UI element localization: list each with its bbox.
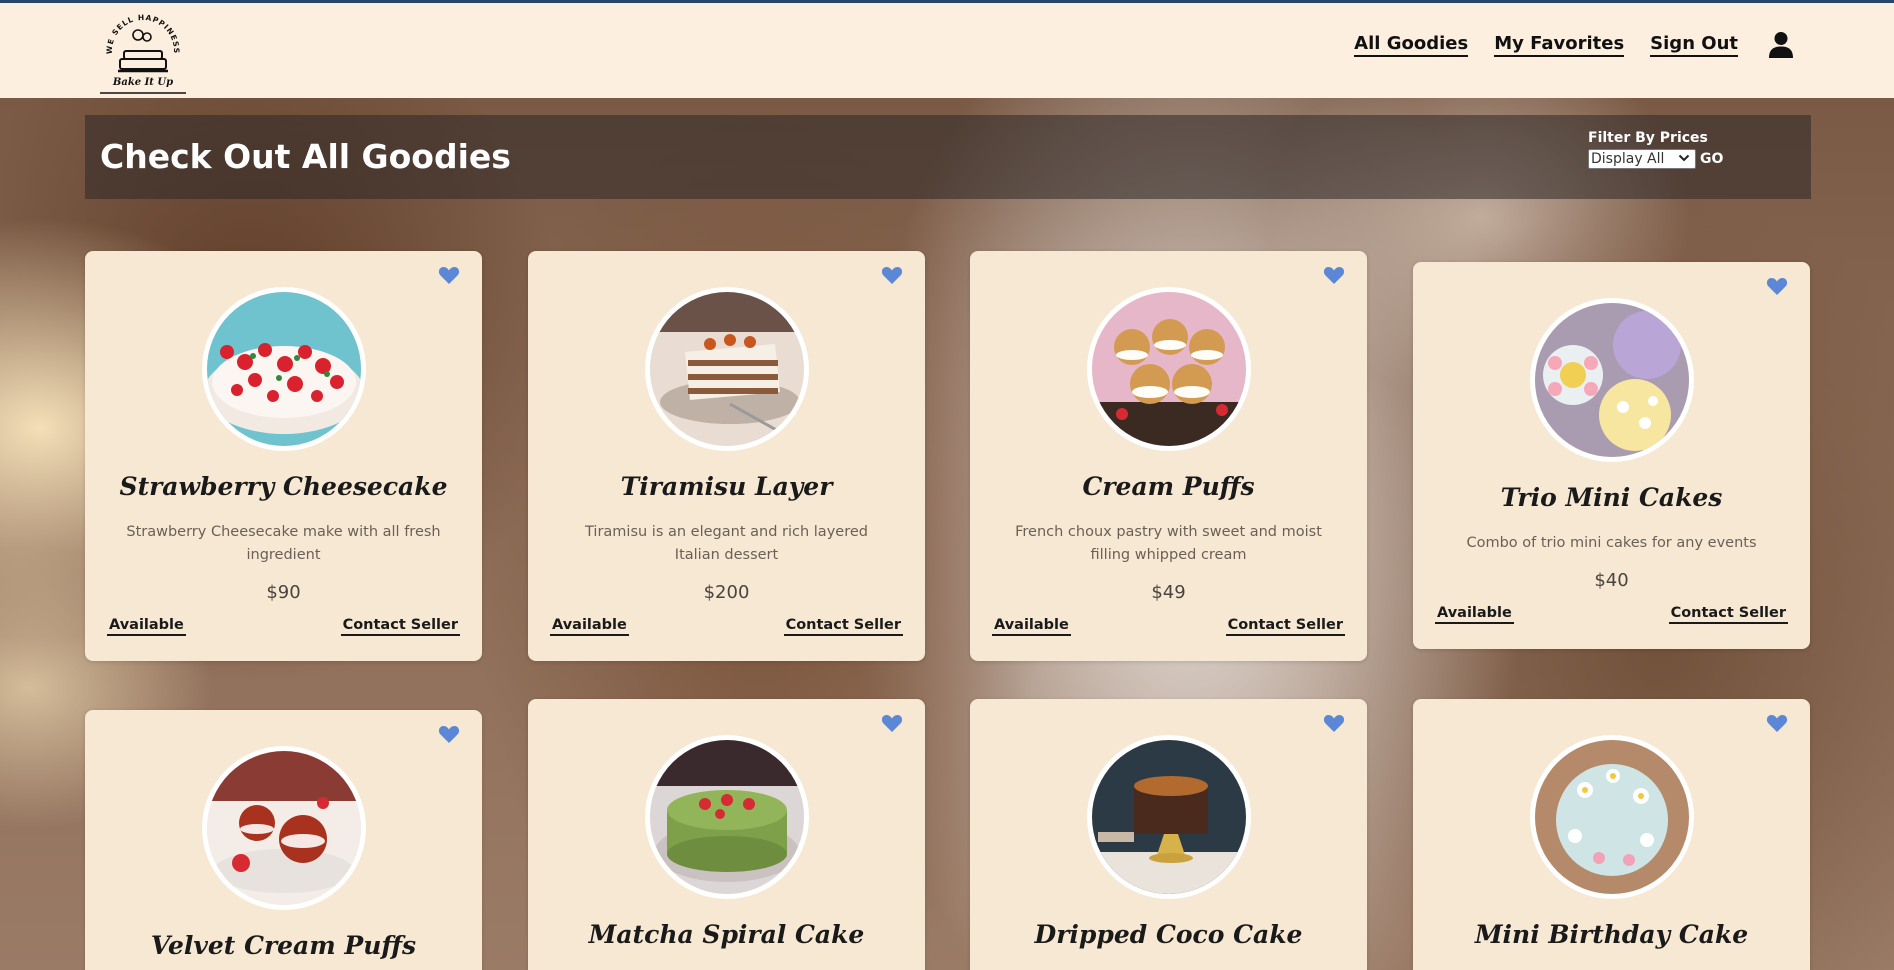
product-photo-matcha-spiral-cake bbox=[645, 735, 809, 899]
nav-sign-out[interactable]: Sign Out bbox=[1650, 33, 1738, 57]
product-name: Dripped Coco Cake bbox=[1034, 920, 1303, 949]
product-description: Tiramisu is an elegant and rich layered … bbox=[585, 524, 868, 563]
product-name: Strawberry Cheesecake bbox=[119, 472, 448, 501]
product-description: French choux pastry with sweet and moist… bbox=[1015, 524, 1322, 563]
heart-icon[interactable] bbox=[438, 265, 460, 285]
product-photo-cream-puffs bbox=[1087, 287, 1251, 451]
heart-icon[interactable] bbox=[881, 713, 903, 733]
heart-icon[interactable] bbox=[1766, 713, 1788, 733]
product-name: Cream Puffs bbox=[1082, 472, 1255, 501]
product-card: Matcha Spiral Cake bbox=[528, 699, 925, 970]
product-price: $200 bbox=[703, 582, 750, 603]
contact-seller-button[interactable]: Contact Seller bbox=[340, 617, 460, 636]
product-photo-dripped-coco-cake bbox=[1087, 735, 1251, 899]
product-photo-trio-mini-cakes bbox=[1530, 298, 1694, 462]
user-icon[interactable] bbox=[1768, 31, 1794, 59]
product-card: Velvet Cream Puffs bbox=[85, 710, 482, 970]
product-name: Velvet Cream Puffs bbox=[150, 931, 417, 960]
page-title: Check Out All Goodies bbox=[100, 137, 511, 176]
heart-icon[interactable] bbox=[1323, 265, 1345, 285]
heart-icon[interactable] bbox=[881, 265, 903, 285]
product-photo-strawberry-cheesecake bbox=[202, 287, 366, 451]
product-photo-mini-birthday-cake bbox=[1530, 735, 1694, 899]
availability-button[interactable]: Available bbox=[1435, 605, 1514, 624]
availability-button[interactable]: Available bbox=[107, 617, 186, 636]
product-price: $49 bbox=[1151, 582, 1186, 603]
product-description: Combo of trio mini cakes for any events bbox=[1466, 535, 1757, 551]
contact-seller-button[interactable]: Contact Seller bbox=[1668, 605, 1788, 624]
product-photo-velvet-cream-puffs bbox=[202, 746, 366, 910]
nav-all-goodies[interactable]: All Goodies bbox=[1354, 33, 1469, 57]
svg-text:Bake It Up: Bake It Up bbox=[112, 77, 173, 88]
product-card: Cream Puffs French choux pastry with swe… bbox=[970, 251, 1367, 661]
product-name: Matcha Spiral Cake bbox=[588, 920, 865, 949]
product-card: Mini Birthday Cake bbox=[1413, 699, 1810, 970]
product-price: $40 bbox=[1594, 570, 1629, 591]
go-button[interactable]: GO bbox=[1700, 151, 1723, 167]
heart-icon[interactable] bbox=[438, 724, 460, 744]
main-nav: All Goodies My Favorites Sign Out bbox=[1328, 31, 1794, 59]
product-description: Strawberry Cheesecake make with all fres… bbox=[126, 524, 441, 563]
heart-icon[interactable] bbox=[1323, 713, 1345, 733]
product-price: $90 bbox=[266, 582, 301, 603]
price-filter: Filter By Prices Display All GO bbox=[1588, 130, 1723, 169]
availability-button[interactable]: Available bbox=[550, 617, 629, 636]
product-card: Strawberry Cheesecake Strawberry Cheesec… bbox=[85, 251, 482, 661]
product-card: Tiramisu Layer Tiramisu is an elegant an… bbox=[528, 251, 925, 661]
product-name: Mini Birthday Cake bbox=[1474, 920, 1749, 949]
product-card: Trio Mini Cakes Combo of trio mini cakes… bbox=[1413, 262, 1810, 649]
nav-my-favorites[interactable]: My Favorites bbox=[1494, 33, 1625, 57]
page-banner: Check Out All Goodies Filter By Prices D… bbox=[85, 115, 1811, 199]
chevron-down-icon bbox=[1678, 154, 1690, 162]
heart-icon[interactable] bbox=[1766, 276, 1788, 296]
price-filter-value: Display All bbox=[1591, 151, 1665, 167]
bake-it-up-logo[interactable]: WE SELL HAPPINESS Bake It Up bbox=[100, 11, 186, 95]
contact-seller-button[interactable]: Contact Seller bbox=[783, 617, 903, 636]
filter-label: Filter By Prices bbox=[1588, 130, 1708, 146]
contact-seller-button[interactable]: Contact Seller bbox=[1225, 617, 1345, 636]
site-header: WE SELL HAPPINESS Bake It Up All Goodies… bbox=[0, 3, 1894, 98]
product-name: Tiramisu Layer bbox=[620, 472, 833, 501]
product-photo-tiramisu-layer bbox=[645, 287, 809, 451]
availability-button[interactable]: Available bbox=[992, 617, 1071, 636]
product-card: Dripped Coco Cake bbox=[970, 699, 1367, 970]
product-name: Trio Mini Cakes bbox=[1500, 483, 1723, 512]
price-filter-select[interactable]: Display All bbox=[1588, 149, 1696, 169]
